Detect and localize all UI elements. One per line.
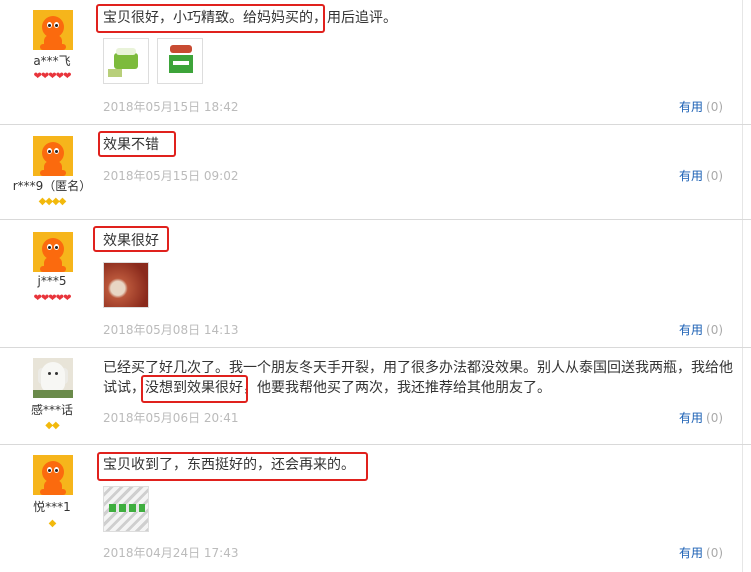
diamond-badge-icon: ◆ <box>48 518 57 529</box>
highlight-box <box>93 226 169 252</box>
review-date: 2018年05月08日 14:13 <box>103 323 239 337</box>
heart-badge-icon: ❤❤❤❤❤ <box>33 293 72 304</box>
useful-count: (0) <box>706 169 724 183</box>
useful-count: (0) <box>706 546 724 560</box>
jar-closeup-photo[interactable] <box>103 262 149 308</box>
useful-button[interactable]: 有用 (0) <box>679 98 723 115</box>
review-date: 2018年05月15日 18:42 <box>103 100 239 114</box>
useful-button[interactable]: 有用 (0) <box>679 167 723 184</box>
review-date: 2018年04月24日 17:43 <box>103 546 239 560</box>
useful-label[interactable]: 有用 <box>679 100 703 114</box>
useful-count: (0) <box>706 323 724 337</box>
reviewer-name: 悦***1 <box>33 500 71 514</box>
useful-button[interactable]: 有用 (0) <box>679 321 723 338</box>
green-jar-photo[interactable] <box>103 38 149 84</box>
review-item: 感***话 ◆◆ 已经买了好几次了。我一个朋友冬天手开裂，用了很多办法都没效果。… <box>0 348 751 445</box>
dog-photo-icon[interactable] <box>33 358 73 398</box>
highlight-box <box>97 452 368 481</box>
orange-mascot-icon[interactable] <box>33 455 73 495</box>
highlight-box <box>98 131 176 157</box>
heart-badge-icon: ❤❤❤❤❤ <box>33 71 72 82</box>
reviewer-name: a***飞 <box>33 54 71 68</box>
review-item: 悦***1 ◆ 宝贝收到了，东西挺好的，还会再来的。 2018年04月24日 1… <box>0 445 751 572</box>
review-text-rest: 用后追评。 <box>327 10 397 26</box>
useful-count: (0) <box>706 411 724 425</box>
orange-mascot-icon[interactable] <box>33 10 73 50</box>
review-item: a***飞 ❤❤❤❤❤ 宝贝很好，小巧精致。给妈妈买的，用后追评。 2018年0… <box>0 0 751 125</box>
useful-label[interactable]: 有用 <box>679 323 703 337</box>
review-text-segment: 试试， <box>103 380 145 396</box>
review-text-segment: ，他要我帮他买了两次，我还推荐给其他朋友了。 <box>243 380 551 396</box>
orange-mascot-icon[interactable] <box>33 136 73 176</box>
green-jar-box-photo[interactable] <box>157 38 203 84</box>
reviewer-name: r***9（匿名） <box>12 179 92 193</box>
review-date: 2018年05月06日 20:41 <box>103 411 239 425</box>
useful-button[interactable]: 有用 (0) <box>679 409 723 426</box>
useful-count: (0) <box>706 100 724 114</box>
useful-label[interactable]: 有用 <box>679 169 703 183</box>
reviewer-name: 感***话 <box>30 403 73 417</box>
review-item: r***9（匿名） ◆◆◆◆ 效果不错 2018年05月15日 09:02 有用… <box>0 125 751 220</box>
orange-mascot-icon[interactable] <box>33 232 73 272</box>
reviewer-name: j***5 <box>37 274 67 288</box>
jars-in-box-photo[interactable] <box>103 486 149 532</box>
review-item: j***5 ❤❤❤❤❤ 效果很好 2018年05月08日 14:13 有用 (0) <box>0 220 751 348</box>
useful-label[interactable]: 有用 <box>679 546 703 560</box>
useful-button[interactable]: 有用 (0) <box>679 544 723 561</box>
useful-label[interactable]: 有用 <box>679 411 703 425</box>
highlight-box <box>96 4 325 33</box>
diamond-badge-icon: ◆◆◆◆ <box>38 196 67 207</box>
highlight-box <box>141 375 248 403</box>
diamond-badge-icon: ◆◆ <box>45 420 59 431</box>
review-date: 2018年05月15日 09:02 <box>103 169 239 183</box>
